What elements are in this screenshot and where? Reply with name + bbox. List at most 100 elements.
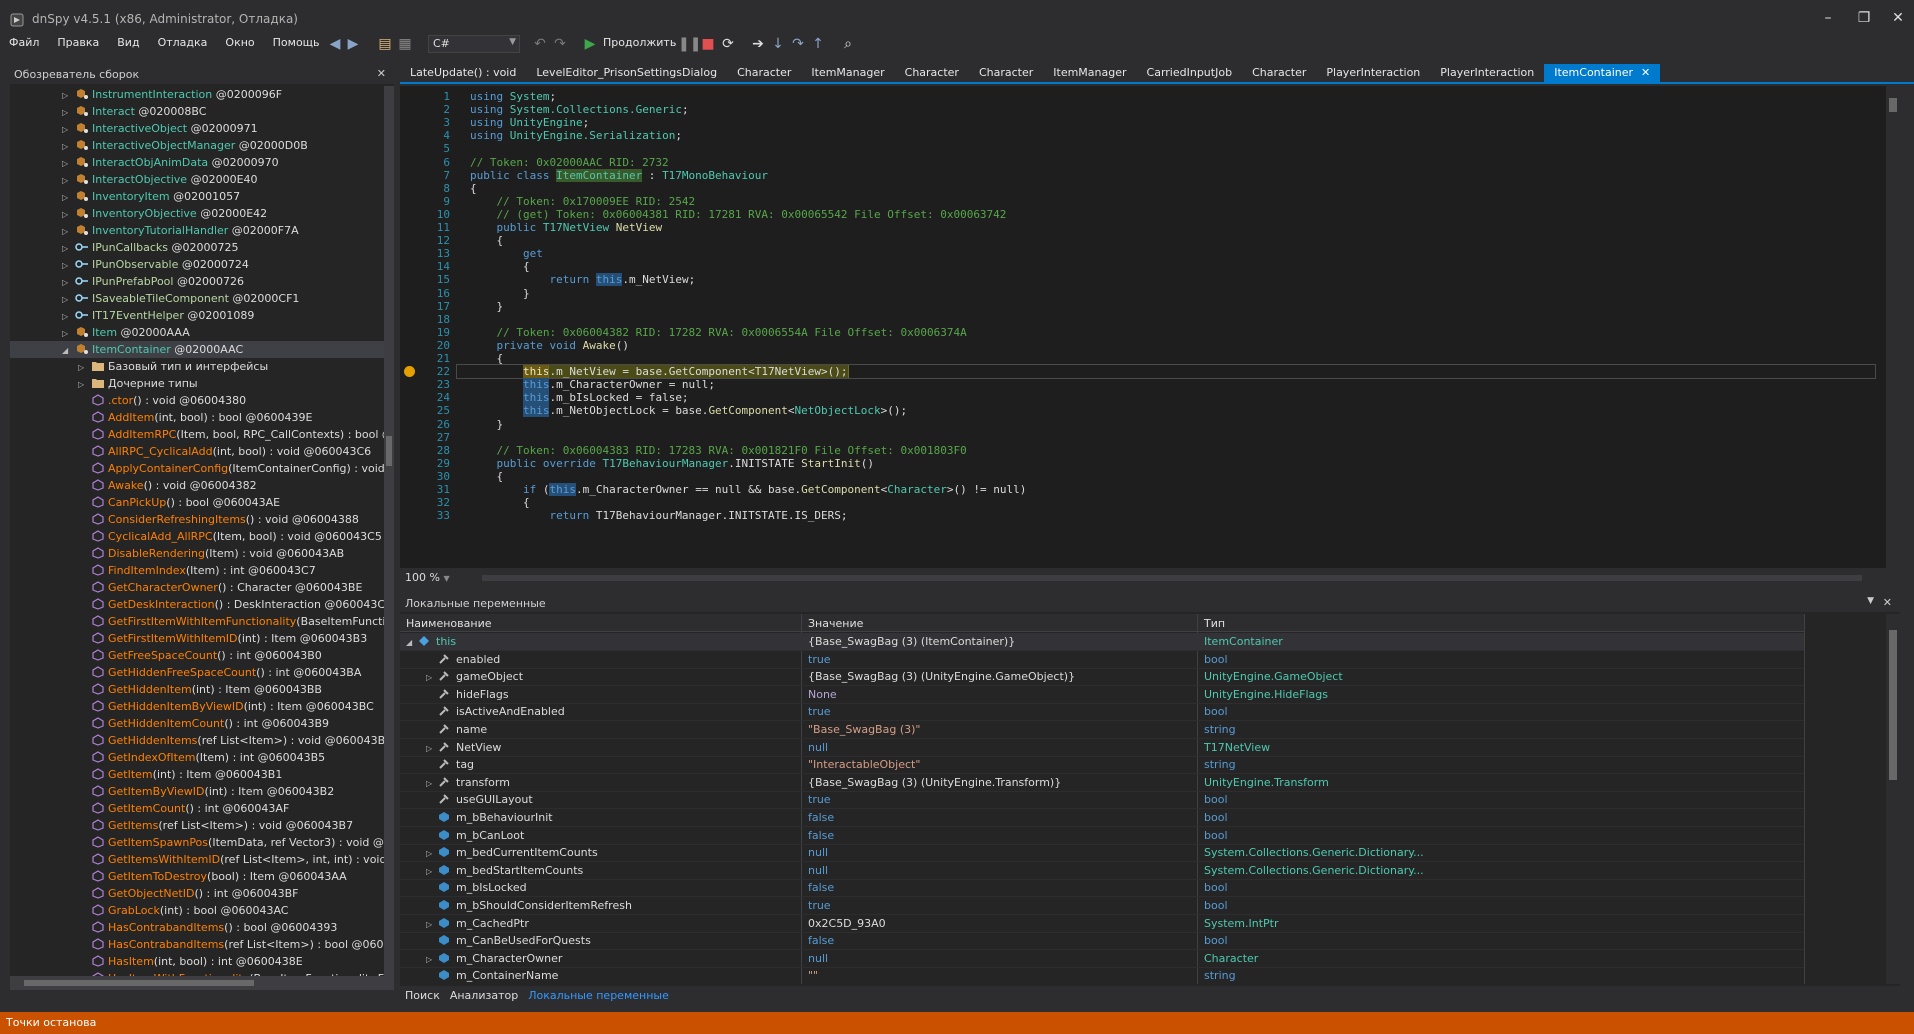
close-icon[interactable]: ✕ — [377, 67, 386, 80]
step-out-icon[interactable]: ↑ — [808, 34, 828, 54]
continue-play-icon[interactable]: ▶ — [580, 34, 600, 54]
menu-item[interactable]: Окно — [216, 32, 263, 53]
tree-node[interactable]: GetItemByViewID(int) : Item @060043B2 — [10, 783, 384, 800]
locals-row[interactable]: m_bBehaviourInit false bool — [400, 809, 1804, 827]
editor-tab[interactable]: PlayerInteraction — [1316, 64, 1430, 82]
editor-horizontal-scrollbar[interactable] — [462, 572, 1900, 584]
locals-row[interactable]: m_ContainerName "" string — [400, 967, 1804, 983]
expand-arrow-icon[interactable]: ▷ — [62, 155, 72, 172]
locals-row[interactable]: ▷ NetView null T17NetView — [400, 739, 1804, 757]
locals-row[interactable]: m_bShouldConsiderItemRefresh true bool — [400, 897, 1804, 915]
locals-row[interactable]: m_bIsLocked false bool — [400, 879, 1804, 898]
column-name[interactable]: Наименование — [406, 617, 491, 630]
tree-node[interactable]: GetHiddenFreeSpaceCount() : int @060043B… — [10, 664, 384, 681]
locals-row[interactable]: ▷ gameObject {Base_SwagBag (3) (UnityEngin… — [400, 668, 1804, 687]
tree-node[interactable]: ▷ IPunObservable @02000724 — [10, 256, 384, 273]
tree-node[interactable]: ApplyContainerConfig(ItemContainerConfig… — [10, 460, 384, 477]
tree-node[interactable]: CyclicalAdd_AllRPC(Item, bool) : void @0… — [10, 528, 384, 545]
tree-node[interactable]: GetHiddenItems(ref List<Item>) : void @0… — [10, 732, 384, 749]
tree-node[interactable]: GrabLock(int) : bool @060043AC — [10, 902, 384, 919]
tree-node[interactable]: GetFreeSpaceCount() : int @060043B0 — [10, 647, 384, 664]
redo-icon[interactable]: ↷ — [550, 34, 570, 54]
tree-node[interactable]: GetItem(int) : Item @060043B1 — [10, 766, 384, 783]
tree-node[interactable]: ▷ InventoryObjective @02000E42 — [10, 205, 384, 222]
code-editor[interactable]: 1 using System; 2 using System.Collections.… — [400, 86, 1900, 568]
locals-vertical-scrollbar[interactable] — [1886, 614, 1900, 984]
expand-arrow-icon[interactable]: ▷ — [78, 359, 88, 376]
expand-arrow-icon[interactable]: ▷ — [62, 189, 72, 206]
tree-node[interactable]: GetCharacterOwner() : Character @060043B… — [10, 579, 384, 596]
locals-row[interactable]: ◢ this {Base_SwagBag (3) (ItemContainer)} I… — [400, 633, 1804, 651]
forward-icon[interactable]: ▶ — [343, 34, 363, 54]
locals-row[interactable]: m_CanBeUsedForQuests false bool — [400, 932, 1804, 951]
locals-row[interactable]: useGUILayout true bool — [400, 791, 1804, 810]
editor-tab[interactable]: Character — [727, 64, 801, 82]
locals-row[interactable]: ▷ m_CachedPtr 0x2C5D_93A0 System.IntPtr — [400, 915, 1804, 933]
tree-node[interactable]: GetItems(ref List<Item>) : void @060043B… — [10, 817, 384, 834]
tree-node[interactable]: ▷ IPunCallbacks @02000725 — [10, 239, 384, 256]
tree-node[interactable]: ▷ Item @02000AAA — [10, 324, 384, 341]
locals-row[interactable]: enabled true bool — [400, 651, 1804, 669]
editor-tab[interactable]: ItemContainer ✕ — [1544, 64, 1661, 82]
locals-row[interactable]: ▷ transform {Base_SwagBag (3) (UnityEngine… — [400, 774, 1804, 792]
back-icon[interactable]: ◀ — [325, 34, 345, 54]
expand-arrow-icon[interactable]: ▷ — [62, 87, 72, 104]
tree-node[interactable]: ▷ ISaveableTileComponent @02000CF1 — [10, 290, 384, 307]
editor-tab[interactable]: CarriedInputJob — [1137, 64, 1243, 82]
column-value[interactable]: Значение — [808, 617, 863, 630]
tree-node[interactable]: GetHiddenItem(int) : Item @060043BB — [10, 681, 384, 698]
zoom-level[interactable]: 100 % ▼ — [400, 570, 460, 586]
pause-icon[interactable]: ❚❚ — [678, 34, 701, 54]
tree-node[interactable]: GetHiddenItemCount() : int @060043B9 — [10, 715, 384, 732]
tree-node[interactable]: ▷ Interact @020008BC — [10, 103, 384, 120]
locals-grid[interactable]: ◢ this {Base_SwagBag (3) (ItemContainer)} I… — [400, 633, 1804, 983]
editor-tab[interactable]: ItemManager — [1043, 64, 1136, 82]
tree-node[interactable]: ▷ InteractiveObjectManager @02000D0B — [10, 137, 384, 154]
locals-row[interactable]: tag "InteractableObject" string — [400, 756, 1804, 775]
maximize-button[interactable]: ❐ — [1850, 8, 1878, 28]
expand-arrow-icon[interactable]: ▷ — [426, 669, 438, 687]
tree-node[interactable]: ConsiderRefreshingItems() : void @060043… — [10, 511, 384, 528]
locals-row[interactable]: ▷ m_CharacterOwner null Character — [400, 950, 1804, 968]
expand-arrow-icon[interactable]: ▷ — [62, 325, 72, 342]
editor-tab[interactable]: Character — [969, 64, 1043, 82]
close-icon[interactable]: ✕ — [1883, 596, 1892, 609]
expand-arrow-icon[interactable]: ▷ — [62, 291, 72, 308]
expand-arrow-icon[interactable]: ▷ — [62, 308, 72, 325]
tree-node[interactable]: ◢ ItemContainer @02000AAC — [10, 341, 384, 358]
save-icon[interactable]: ▦ — [395, 34, 415, 54]
menu-item[interactable]: Отладка — [149, 32, 217, 53]
show-next-statement-icon[interactable]: ➔ — [748, 34, 768, 54]
stop-icon[interactable]: ■ — [698, 34, 718, 54]
locals-row[interactable]: isActiveAndEnabled true bool — [400, 703, 1804, 722]
close-window-button[interactable]: ✕ — [1884, 8, 1912, 28]
editor-tab[interactable]: LevelEditor_PrisonSettingsDialog — [526, 64, 727, 82]
expand-arrow-icon[interactable]: ▷ — [62, 138, 72, 155]
explorer-vertical-scrollbar[interactable] — [384, 86, 394, 978]
menu-item[interactable]: Файл — [0, 32, 48, 53]
close-tab-icon[interactable]: ✕ — [1641, 66, 1650, 79]
editor-tab[interactable]: Character — [1242, 64, 1316, 82]
open-icon[interactable]: ▤ — [375, 34, 395, 54]
bottom-tab[interactable]: Локальные переменные — [523, 988, 674, 1004]
expand-arrow-icon[interactable]: ▷ — [62, 121, 72, 138]
tree-node[interactable]: GetObjectNetID() : int @060043BF — [10, 885, 384, 902]
locals-row[interactable]: m_bCanLoot false bool — [400, 827, 1804, 845]
expand-arrow-icon[interactable]: ▷ — [426, 951, 438, 969]
expand-arrow-icon[interactable]: ▷ — [426, 775, 438, 793]
tree-node[interactable]: HasContrabandItems(ref List<Item>) : boo… — [10, 936, 384, 953]
tree-node[interactable]: HasContrabandItems() : bool @06004393 — [10, 919, 384, 936]
menu-item[interactable]: Вид — [108, 32, 148, 53]
locals-row[interactable]: ▷ m_bedCurrentItemCounts null System.Collec… — [400, 844, 1804, 863]
undo-icon[interactable]: ↶ — [530, 34, 550, 54]
tree-node[interactable]: GetFirstItemWithItemID(int) : Item @0600… — [10, 630, 384, 647]
expand-arrow-icon[interactable]: ▷ — [62, 240, 72, 257]
locals-row[interactable]: ▷ m_bedStartItemCounts null System.Collecti… — [400, 862, 1804, 880]
step-over-icon[interactable]: ↷ — [788, 34, 808, 54]
continue-button[interactable]: Продолжить — [603, 36, 676, 49]
tree-node[interactable]: GetDeskInteraction() : DeskInteraction @… — [10, 596, 384, 613]
column-type[interactable]: Тип — [1204, 617, 1225, 630]
expand-arrow-icon[interactable]: ▷ — [426, 740, 438, 758]
tree-node[interactable]: AddItem(int, bool) : bool @0600439E — [10, 409, 384, 426]
tree-node[interactable]: AddItemRPC(Item, bool, RPC_CallContexts)… — [10, 426, 384, 443]
